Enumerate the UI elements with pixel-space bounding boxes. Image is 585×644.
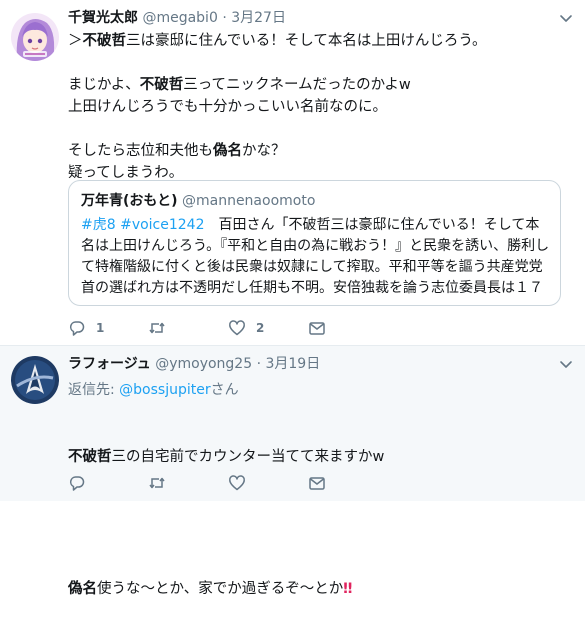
text-line: 偽名使うな～とか、家でか過ぎるぞ～とか‼: [68, 581, 353, 597]
avatar[interactable]: [11, 13, 59, 61]
reply-mention-link[interactable]: @bossjupiter: [119, 382, 210, 398]
text-line: [68, 512, 568, 534]
quoted-tweet-header: 万年青(おもと) @mannenaoomoto: [81, 192, 315, 210]
avatar[interactable]: [11, 356, 59, 404]
text-line: まじかよ、不破哲三ってニックネームだったのかよw: [68, 77, 411, 93]
dm-button[interactable]: [308, 318, 388, 338]
retweet-icon: [149, 477, 165, 489]
anime-girl-avatar-icon: [11, 13, 59, 61]
like-button[interactable]: 2: [228, 318, 308, 338]
display-name[interactable]: 千賀光太郎: [68, 10, 138, 26]
tweet-header: ラフォージュ @ymoyong25 · 3月19日: [68, 355, 320, 373]
dm-button[interactable]: [308, 473, 388, 493]
tweet-text: 不破哲三の自宅前でカウンター当てて来ますかw 偽名使うな～とか、家でか過ぎるぞ～…: [68, 402, 568, 644]
quoted-tweet-text: #虎8 #voice1242 百田さん「不破哲三は豪邸に住んでいる！そして本名は…: [81, 217, 550, 296]
reply-context: 返信先: @bossjupiterさん: [68, 382, 239, 398]
retweet-button[interactable]: [148, 318, 228, 338]
like-icon: [229, 320, 245, 336]
quoted-display-name: 万年青(おもと): [81, 193, 178, 209]
separator-dot: ·: [256, 356, 262, 372]
chevron-down-icon[interactable]: [559, 11, 573, 25]
text-line: [68, 118, 568, 140]
text-line: [68, 52, 568, 74]
starfleet-badge-avatar-icon: [11, 356, 59, 404]
dm-icon: [309, 477, 325, 490]
tweet-text: ＞不破哲三は豪邸に住んでいる！そして本名は上田けんじろう。 まじかよ、不破哲三って…: [68, 30, 568, 184]
user-handle[interactable]: @ymoyong25: [155, 356, 252, 372]
like-button[interactable]: [228, 473, 308, 493]
tweet-header: 千賀光太郎 @megabi0 · 3月27日: [68, 9, 286, 27]
reply-icon: [69, 321, 85, 336]
like-icon: [229, 475, 245, 491]
reply-button[interactable]: [68, 473, 148, 493]
reply-button[interactable]: 1: [68, 318, 148, 338]
hashtags[interactable]: #虎8 #voice1242: [81, 217, 205, 233]
exclamation-emoji: ‼: [343, 581, 353, 597]
text-line: そしたら志位和夫他も偽名かな？: [68, 143, 286, 159]
text-line: 不破哲三の自宅前でカウンター当てて来ますかw: [68, 449, 385, 465]
text-line: ＞不破哲三は豪邸に住んでいる！そして本名は上田けんじろう。: [68, 33, 487, 49]
tweet-actions: [68, 473, 388, 493]
reply-count: 1: [96, 321, 105, 335]
quoted-tweet[interactable]: 万年青(おもと) @mannenaoomoto #虎8 #voice1242 百…: [68, 180, 561, 306]
retweet-button[interactable]: [148, 473, 228, 493]
timestamp[interactable]: 3月27日: [231, 10, 286, 26]
chevron-down-icon[interactable]: [559, 357, 573, 371]
tweet-actions: 1 2: [68, 318, 388, 338]
like-count: 2: [256, 321, 265, 335]
text-line: 上田けんじろうでも十分かっこいい名前なのに。: [68, 99, 387, 115]
reply-icon: [69, 476, 85, 491]
dm-icon: [309, 322, 325, 335]
display-name[interactable]: ラフォージュ: [68, 356, 151, 372]
separator-dot: ·: [222, 10, 227, 26]
timestamp[interactable]: 3月19日: [265, 356, 320, 372]
quoted-user-handle: @mannenaoomoto: [181, 193, 316, 209]
user-handle[interactable]: @megabi0: [142, 10, 217, 26]
tweet-1[interactable]: 千賀光太郎 @megabi0 · 3月27日 ＞不破哲三は豪邸に住んでいる！そし…: [0, 0, 585, 346]
retweet-icon: [149, 322, 165, 334]
tweet-2[interactable]: ラフォージュ @ymoyong25 · 3月19日 返信先: @bossjupi…: [0, 346, 585, 597]
